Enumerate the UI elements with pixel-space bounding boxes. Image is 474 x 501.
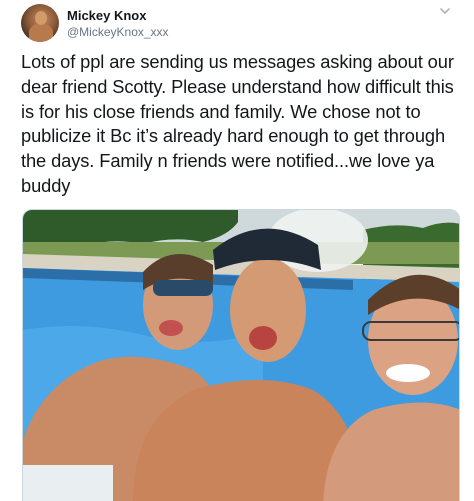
tweet-text: Lots of ppl are sending us messages aski… bbox=[21, 51, 454, 196]
tweet-photo[interactable] bbox=[22, 209, 460, 501]
chevron-down-icon[interactable] bbox=[438, 4, 452, 18]
photo-person-left-shorts bbox=[23, 465, 113, 501]
author-display-name[interactable]: Mickey Knox bbox=[67, 8, 146, 23]
tweet-card[interactable]: Mickey Knox @MickeyKnox_xxx Lots of ppl … bbox=[0, 0, 474, 501]
photo-illustration bbox=[23, 210, 459, 501]
avatar-figure-head bbox=[35, 11, 47, 25]
photo-person-middle-mouth bbox=[249, 326, 277, 350]
photo-person-right-smile bbox=[386, 364, 430, 382]
author-avatar[interactable] bbox=[21, 4, 59, 42]
author-handle[interactable]: @MickeyKnox_xxx bbox=[67, 25, 169, 39]
photo-person-left-tongue bbox=[159, 320, 183, 336]
photo-person-left-sunglasses bbox=[153, 280, 213, 296]
avatar-figure-body bbox=[29, 24, 53, 42]
